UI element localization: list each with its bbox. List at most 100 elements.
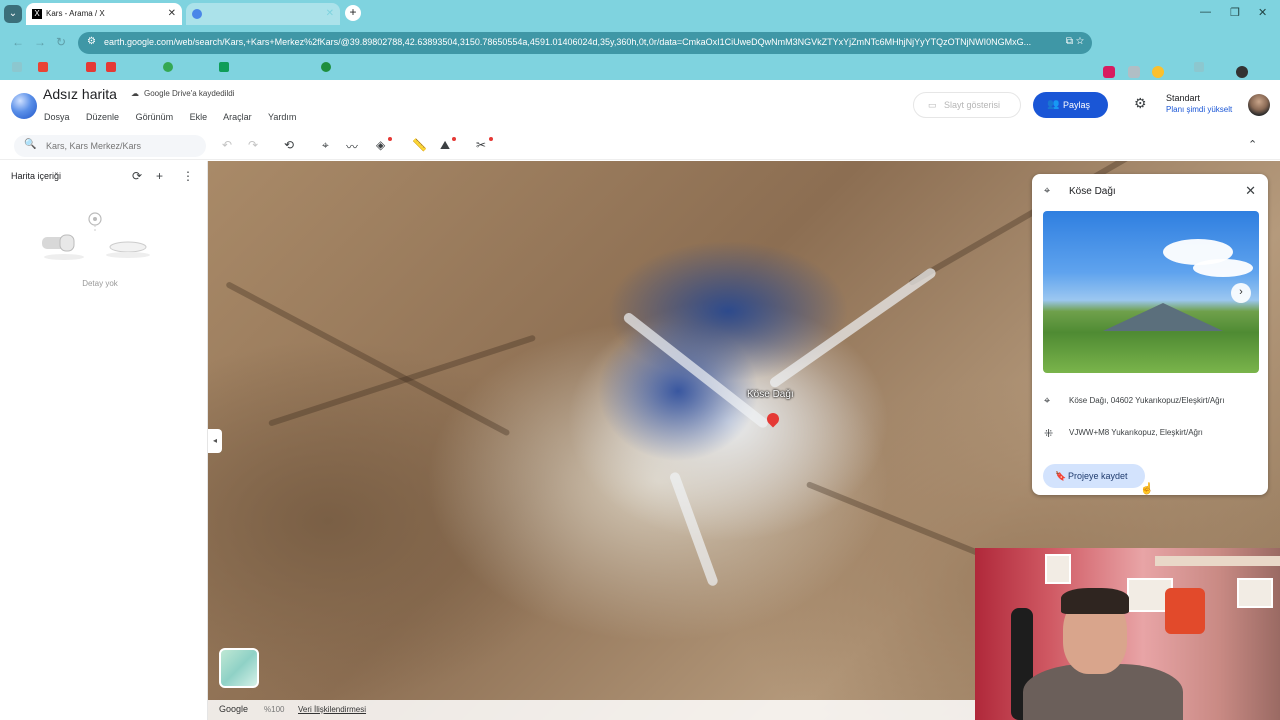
- menu-file[interactable]: Dosya: [44, 112, 70, 122]
- elevation-icon[interactable]: ⛰: [440, 138, 450, 153]
- browser-chrome: ⌄ X Kars - Arama / X ✕ ✕ + — ❐ ✕ ← → ↻ ⚙…: [0, 0, 1280, 80]
- gmail-icon[interactable]: [38, 62, 48, 72]
- back-icon[interactable]: ←: [12, 35, 24, 49]
- plus-code-icon: ⁜: [1044, 428, 1054, 440]
- tab-close-icon[interactable]: ✕: [168, 3, 176, 25]
- redo-icon[interactable]: ↷: [248, 138, 258, 152]
- forward-icon[interactable]: →: [34, 35, 46, 49]
- minimize-icon[interactable]: —: [1200, 6, 1211, 18]
- plan-name: Standart: [1166, 93, 1201, 103]
- menu-view[interactable]: Görünüm: [136, 112, 174, 122]
- address-bar[interactable]: ⚙ earth.google.com/web/search/Kars,+Kars…: [78, 32, 1092, 54]
- settings-gear-icon[interactable]: ⚙: [1134, 95, 1147, 112]
- map-style-thumbnail[interactable]: [219, 648, 259, 688]
- hand-cursor-icon: ☝: [1140, 483, 1154, 495]
- data-attribution-link[interactable]: Veri İlişkilendirmesi: [298, 705, 366, 714]
- folder-icon[interactable]: [1194, 62, 1204, 72]
- new-tab-button[interactable]: +: [345, 5, 361, 21]
- place-label[interactable]: Köse Dağı: [747, 389, 794, 400]
- plan-info[interactable]: Standart Planı şimdi yükselt: [1166, 93, 1232, 114]
- notification-dot: [388, 137, 392, 141]
- zoom-level: %100: [264, 705, 285, 714]
- upgrade-link[interactable]: Planı şimdi yükselt: [1166, 105, 1232, 114]
- history-icon[interactable]: ⟲: [284, 138, 294, 152]
- snow-patch: [668, 471, 720, 588]
- place-info-card: ⌖ Köse Dağı ✕ › ⌖ Köse Dağı, 04602 Yukar…: [1032, 174, 1268, 495]
- webcam-wall-frame: [1237, 578, 1273, 608]
- bookmark-icon[interactable]: [12, 62, 22, 72]
- bookmark-icon: 🔖: [1055, 471, 1067, 481]
- youtube-icon[interactable]: [86, 62, 96, 72]
- panel-title: Harita içeriği: [11, 171, 62, 181]
- empty-state-text: Detay yok: [82, 279, 118, 288]
- search-icon: 🔍: [24, 139, 37, 150]
- snow-patch: [621, 311, 770, 430]
- menu-edit[interactable]: Düzenle: [86, 112, 119, 122]
- search-box[interactable]: 🔍: [14, 135, 206, 157]
- address-row: ← → ↻ ⚙ earth.google.com/web/search/Kars…: [0, 30, 1280, 78]
- webcam-overlay: [975, 548, 1280, 720]
- webcam-shelf: [1155, 556, 1280, 566]
- share-button[interactable]: 👥 Paylaş: [1033, 92, 1108, 118]
- webcam-wall-frame: [1045, 554, 1071, 584]
- google-earth-favicon-icon: [192, 9, 202, 19]
- draw-path-icon[interactable]: 〰: [346, 138, 358, 155]
- toolbar: 🔍 ↶ ↷ ⟲ ⌖ 〰 ◈ 📏 ⛰ ✂ ⌃: [0, 132, 1280, 160]
- slideshow-button[interactable]: ▭ Slayt gösterisi: [913, 92, 1021, 118]
- refresh-icon[interactable]: ⟳: [132, 169, 142, 183]
- menu-help[interactable]: Yardım: [268, 112, 296, 122]
- more-vert-icon[interactable]: ⋮: [182, 169, 194, 183]
- terrain-ridge: [268, 334, 537, 427]
- site-info-icon[interactable]: ⚙: [87, 36, 96, 47]
- menu-bar: Dosya Düzenle Görünüm Ekle Araçlar Yardı…: [44, 112, 310, 122]
- google-earth-logo-icon[interactable]: [11, 93, 37, 119]
- url-text: earth.google.com/web/search/Kars,+Kars+M…: [104, 37, 1032, 47]
- tab-x-search[interactable]: X Kars - Arama / X ✕: [26, 3, 182, 25]
- tab-google-earth[interactable]: ✕: [186, 3, 340, 25]
- map-title[interactable]: Adsız harita: [43, 86, 117, 102]
- tab-close-icon[interactable]: ✕: [326, 3, 334, 25]
- restore-icon[interactable]: ❐: [1230, 6, 1240, 19]
- measure-icon[interactable]: 📏: [412, 138, 427, 152]
- search-input[interactable]: [46, 139, 196, 153]
- empty-state-illustration: [42, 212, 150, 260]
- cloud-check-icon: ☁: [131, 89, 139, 98]
- menu-tools[interactable]: Araçlar: [223, 112, 252, 122]
- maps-icon[interactable]: [163, 62, 173, 72]
- google-attribution: Google: [219, 704, 249, 714]
- close-icon[interactable]: ✕: [1245, 183, 1256, 199]
- add-icon[interactable]: +: [156, 169, 163, 183]
- location-pin-icon: ⌖: [1044, 185, 1051, 197]
- save-to-project-button[interactable]: 🔖 Projeye kaydet: [1043, 464, 1145, 488]
- collapse-panel-button[interactable]: ◂: [208, 429, 222, 453]
- snow-patch: [768, 266, 938, 390]
- menu-insert[interactable]: Ekle: [190, 112, 208, 122]
- place-photo[interactable]: ›: [1043, 211, 1259, 373]
- add-placemark-icon[interactable]: ⌖: [322, 138, 329, 153]
- avatar[interactable]: [1248, 94, 1270, 116]
- bookmark-star-icon[interactable]: ⧉ ☆: [1066, 36, 1084, 47]
- chevron-up-icon[interactable]: ⌃: [1248, 138, 1257, 151]
- chevron-right-icon[interactable]: ›: [1231, 283, 1251, 303]
- reload-icon[interactable]: ↻: [56, 35, 66, 49]
- address-text: Köse Dağı, 04602 Yukarıkopuz/Eleşkirt/Ağ…: [1069, 396, 1225, 405]
- app-header: Adsız harita ☁ Google Drive'a kaydedildi …: [0, 80, 1280, 132]
- youtube-icon[interactable]: [106, 62, 116, 72]
- window-close-icon[interactable]: ✕: [1258, 6, 1267, 19]
- bookmark-icon[interactable]: [321, 62, 331, 72]
- tab-search-button[interactable]: ⌄: [4, 5, 22, 23]
- bookmarks-bar: [0, 58, 1280, 78]
- webcam-person-hair: [1061, 588, 1129, 614]
- tools-icon[interactable]: ✂: [476, 138, 486, 152]
- webcam-jersey: [1165, 588, 1205, 634]
- bookmark-icon[interactable]: [219, 62, 229, 72]
- map-content-panel: Harita içeriği ⟳ + ⋮ Detay yok: [0, 161, 208, 720]
- people-icon: 👥: [1047, 99, 1060, 110]
- notification-dot: [489, 137, 493, 141]
- photo-cloud: [1193, 259, 1253, 277]
- drive-save-status: ☁ Google Drive'a kaydedildi: [131, 89, 235, 98]
- undo-icon[interactable]: ↶: [222, 138, 232, 152]
- location-pin-icon: ⌖: [1044, 395, 1051, 407]
- layers-icon[interactable]: ◈: [376, 138, 385, 152]
- slideshow-icon: ▭: [928, 100, 937, 110]
